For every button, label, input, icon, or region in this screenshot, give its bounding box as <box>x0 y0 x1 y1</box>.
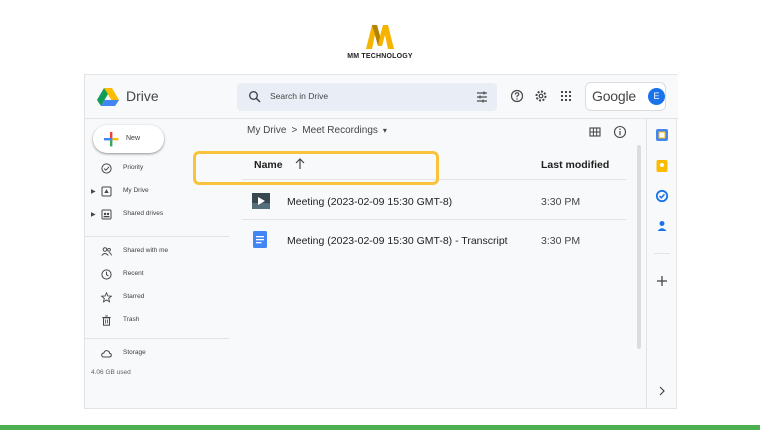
sidebar-item-label: Recent <box>123 270 144 277</box>
tasks-icon[interactable] <box>655 189 669 203</box>
row-divider <box>242 219 626 220</box>
plus-icon <box>104 132 119 147</box>
drive-logo-icon[interactable] <box>97 87 119 107</box>
sidebar-divider <box>85 338 229 339</box>
google-wordmark: Google <box>592 88 636 104</box>
clock-icon <box>101 269 112 280</box>
new-button[interactable]: New <box>93 125 164 153</box>
grid-view-icon[interactable] <box>588 125 602 139</box>
scrollbar[interactable] <box>637 145 641 349</box>
breadcrumb-current-folder[interactable]: Meet Recordings <box>302 125 378 136</box>
search-icon[interactable] <box>248 90 262 104</box>
search-options-icon[interactable] <box>475 90 489 104</box>
brand-header: MM TECHNOLOGY <box>0 0 760 70</box>
search-input[interactable]: Search in Drive <box>270 91 328 101</box>
file-name[interactable]: Meeting (2023-02-09 15:30 GMT-8) - Trans… <box>287 235 508 247</box>
folder-menu-caret-icon[interactable]: ▾ <box>383 126 387 135</box>
add-addon-icon[interactable] <box>655 274 669 288</box>
google-docs-icon <box>253 231 267 248</box>
column-header-last-modified[interactable]: Last modified <box>541 159 609 171</box>
info-icon[interactable] <box>613 125 627 139</box>
file-modified: 3:30 PM <box>541 235 581 247</box>
keep-icon[interactable] <box>655 159 669 173</box>
sidebar-item-my-drive[interactable]: ▶ My Drive <box>85 182 235 202</box>
chevron-right-icon[interactable] <box>655 384 669 398</box>
priority-icon <box>101 163 112 174</box>
sidebar-item-label: Priority <box>123 164 144 171</box>
sidebar-item-label: Starred <box>123 293 145 300</box>
calendar-icon[interactable] <box>655 128 669 142</box>
sidebar-item-label: Trash <box>123 316 140 323</box>
sidebar-item-recent[interactable]: Recent <box>85 265 235 285</box>
file-name[interactable]: Meeting (2023-02-09 15:30 GMT-8) <box>287 196 452 208</box>
new-button-label: New <box>126 135 141 142</box>
sidebar-item-label: My Drive <box>123 187 149 194</box>
trash-icon <box>102 315 111 326</box>
shared-drives-icon <box>101 209 112 220</box>
contacts-icon[interactable] <box>655 219 669 233</box>
settings-icon[interactable] <box>534 89 548 103</box>
search-bar[interactable]: Search in Drive <box>237 83 497 111</box>
app-title[interactable]: Drive <box>126 88 159 104</box>
storage-used-text: 4.06 GB used <box>91 369 131 376</box>
sidebar-item-label: Shared with me <box>123 247 169 254</box>
sidebar-item-shared-drives[interactable]: ▶ Shared drives <box>85 205 235 225</box>
sidebar-item-shared-with-me[interactable]: Shared with me <box>85 242 235 262</box>
breadcrumb-separator: > <box>291 125 298 136</box>
help-icon[interactable] <box>510 89 524 103</box>
side-panel-divider <box>654 253 670 254</box>
sidebar-item-starred[interactable]: Starred <box>85 288 235 308</box>
mm-logo-icon <box>366 25 394 49</box>
video-thumbnail-icon <box>252 193 270 209</box>
sidebar-item-trash[interactable]: Trash <box>85 311 235 331</box>
shared-with-me-icon <box>101 247 112 256</box>
avatar[interactable]: E <box>648 88 665 105</box>
account-button[interactable]: Google E <box>585 82 666 111</box>
brand-name: MM TECHNOLOGY <box>347 53 413 60</box>
my-drive-icon <box>101 186 112 197</box>
breadcrumb-my-drive[interactable]: My Drive <box>247 125 286 136</box>
bottom-accent-bar <box>0 425 760 430</box>
sidebar-item-storage[interactable]: Storage <box>85 344 235 364</box>
cloud-icon <box>101 350 112 358</box>
star-icon <box>101 292 112 303</box>
sidebar-divider <box>85 236 229 237</box>
breadcrumb: My Drive > Meet Recordings ▾ <box>247 125 392 136</box>
sidebar-item-label: Shared drives <box>123 210 164 217</box>
expand-arrow-icon[interactable]: ▶ <box>91 211 96 218</box>
highlight-ring <box>193 151 439 185</box>
expand-arrow-icon[interactable]: ▶ <box>91 188 96 195</box>
file-modified: 3:30 PM <box>541 196 581 208</box>
storage-label: Storage <box>123 349 146 356</box>
drive-window: Drive Search in Drive Google E New Prior… <box>84 74 678 409</box>
top-bar: Drive Search in Drive Google E <box>85 75 678 119</box>
apps-grid-icon[interactable] <box>559 89 573 103</box>
side-panel <box>646 119 677 409</box>
